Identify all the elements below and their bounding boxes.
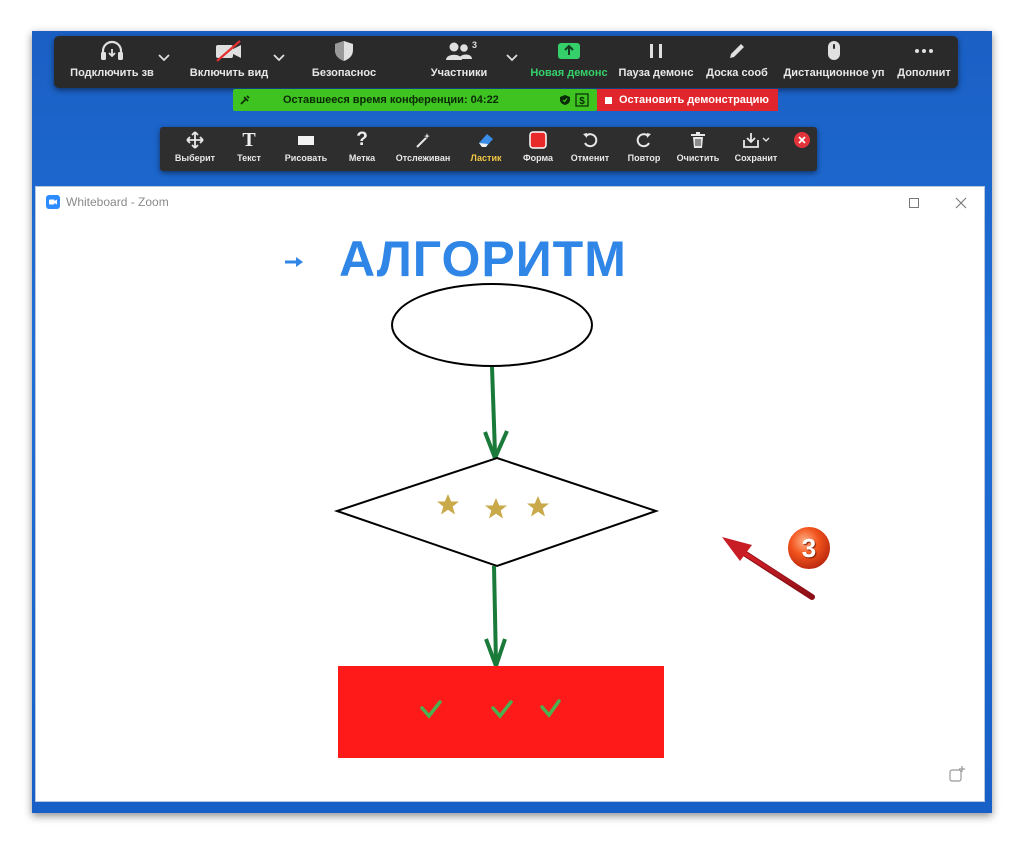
stop-share-button[interactable]: Остановить демонстрацию (597, 89, 778, 111)
more-button[interactable]: Дополнит (892, 36, 956, 88)
annotate-button[interactable]: Доска сооб (699, 36, 775, 88)
video-button[interactable]: Включить вид (174, 36, 284, 88)
participants-icon: 3 (444, 36, 478, 66)
clear-button[interactable]: Очистить (670, 127, 726, 171)
redo-label: Повтор (627, 153, 661, 163)
save-label: Сохранит (734, 153, 778, 163)
trash-icon (689, 127, 707, 153)
save-button[interactable]: Сохранит (726, 127, 786, 171)
eraser-tool-label: Ластик (470, 153, 502, 163)
video-options-chevron-icon[interactable] (271, 48, 287, 68)
green-arrow-bottom[interactable] (484, 565, 507, 673)
security-button[interactable]: Безопаснос (294, 36, 394, 88)
audio-label: Подключить зв (70, 67, 154, 79)
undo-button[interactable]: Отменит (562, 127, 618, 171)
eraser-tool-button[interactable]: Ластик (460, 127, 512, 171)
format-tool-label: Форма (522, 153, 554, 163)
save-download-icon (741, 127, 771, 153)
callout-number: 3 (801, 533, 817, 563)
desktop-screen: Подключить зв Включить вид Безопаснос 3 (32, 31, 992, 813)
participants-options-chevron-icon[interactable] (504, 48, 520, 68)
redo-button[interactable]: Повтор (618, 127, 670, 171)
whiteboard-window[interactable]: Whiteboard - Zoom АЛГОРИТМ 3 (36, 187, 984, 801)
stamp-tool-button[interactable]: ? Метка (338, 127, 386, 171)
svg-text:$: $ (579, 96, 585, 107)
mouse-icon (825, 36, 843, 66)
encryption-shield-icon[interactable] (559, 94, 571, 106)
close-circle-icon (793, 127, 811, 153)
pencil-icon (726, 36, 748, 66)
redo-icon (635, 127, 653, 153)
new-share-label: Новая демонс (530, 67, 608, 79)
audio-options-chevron-icon[interactable] (156, 48, 172, 68)
clear-label: Очистить (676, 153, 720, 163)
remote-control-button[interactable]: Дистанционное уп (778, 36, 890, 88)
draw-tool-label: Рисовать (284, 153, 328, 163)
video-off-icon (214, 36, 244, 66)
stop-square-icon (605, 96, 612, 104)
shield-icon (333, 36, 355, 66)
share-screen-icon (556, 36, 582, 66)
text-tool-label: Текст (237, 153, 261, 163)
new-page-icon[interactable] (948, 765, 966, 788)
new-share-button[interactable]: Новая демонс (524, 36, 614, 88)
spotlight-tool-label: Отслеживан (395, 153, 451, 163)
participants-label: Участники (430, 67, 488, 79)
rectangle-draw-icon (297, 127, 315, 153)
question-mark-icon: ? (356, 129, 368, 150)
remote-control-label: Дистанционное уп (783, 67, 885, 79)
close-annotation-button[interactable] (788, 127, 816, 171)
pause-icon (646, 36, 666, 66)
undo-label: Отменит (570, 153, 610, 163)
move-arrows-icon (186, 127, 204, 153)
participants-count: 3 (472, 40, 478, 50)
pause-share-button[interactable]: Пауза демонс (616, 36, 696, 88)
annotate-label: Доска сооб (706, 67, 768, 79)
green-arrow-top[interactable] (483, 366, 509, 464)
select-tool-button[interactable]: Выберит (166, 127, 224, 171)
drag-handle-icon[interactable] (239, 94, 253, 106)
annotation-toolbar: Выберит T Текст Рисовать ? Метка Отслежи… (160, 127, 817, 171)
meeting-status-bar[interactable]: Оставшееся время конференции: 04:22 $ (233, 89, 597, 111)
pause-share-label: Пауза демонс (618, 67, 694, 79)
undo-icon (581, 127, 599, 153)
more-dots-icon (912, 36, 936, 66)
stamp-tool-label: Метка (348, 153, 376, 163)
start-ellipse[interactable] (391, 283, 593, 367)
remaining-time-text: Оставшееся время конференции: 04:22 (283, 94, 499, 106)
format-tool-button[interactable]: Форма (514, 127, 562, 171)
eraser-icon (476, 127, 496, 153)
flowchart-canvas[interactable] (36, 187, 984, 801)
text-tool-button[interactable]: T Текст (224, 127, 274, 171)
zoom-share-toolbar: Подключить зв Включить вид Безопаснос 3 (54, 36, 958, 88)
participants-button[interactable]: 3 Участники (399, 36, 519, 88)
video-label: Включить вид (189, 67, 269, 79)
more-label: Дополнит (897, 67, 951, 79)
color-swatch-icon (528, 127, 548, 153)
billing-icon[interactable]: $ (575, 93, 589, 107)
text-t-icon: T (242, 128, 256, 151)
magic-wand-icon (414, 127, 432, 153)
stop-share-label: Остановить демонстрацию (619, 94, 769, 106)
draw-tool-button[interactable]: Рисовать (276, 127, 336, 171)
select-tool-label: Выберит (174, 153, 216, 163)
security-label: Безопаснос (311, 67, 377, 79)
audio-button[interactable]: Подключить зв (56, 36, 168, 88)
headphones-icon (99, 36, 125, 66)
spotlight-tool-button[interactable]: Отслеживан (388, 127, 458, 171)
